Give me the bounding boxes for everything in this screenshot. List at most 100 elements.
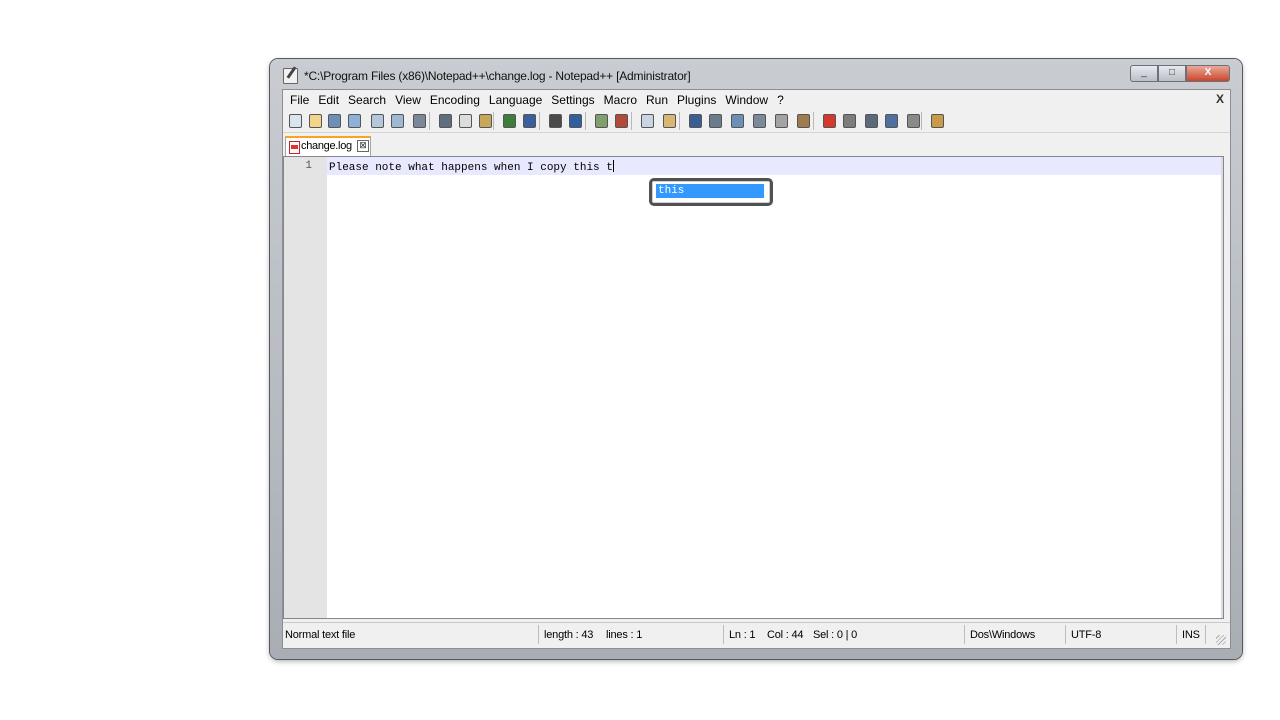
paste-icon[interactable] <box>477 113 493 128</box>
status-divider <box>1205 625 1206 644</box>
title-bar[interactable]: *C:\Program Files (x86)\Notepad++\change… <box>278 65 1234 87</box>
caption-buttons: _ □ X <box>1130 65 1230 82</box>
minimize-button[interactable]: _ <box>1130 65 1158 82</box>
show-all-chars-icon[interactable] <box>707 113 723 128</box>
indent-guide-icon[interactable] <box>729 113 745 128</box>
close-window-button[interactable]: X <box>1186 65 1230 82</box>
sync-vertical-icon-glyph <box>641 114 654 128</box>
menu-plugins[interactable]: Plugins <box>673 93 721 107</box>
document-map-icon-glyph <box>753 114 766 128</box>
replace-icon-glyph <box>569 114 582 128</box>
status-divider <box>538 625 539 644</box>
unsaved-file-icon <box>289 141 300 154</box>
new-file-icon-glyph <box>289 114 302 128</box>
toolbar-separator <box>679 112 680 130</box>
menu-window[interactable]: Window <box>721 93 773 107</box>
save-all-icon-glyph <box>348 114 361 128</box>
sync-vertical-icon[interactable] <box>639 113 655 128</box>
sync-horizontal-icon[interactable] <box>661 113 677 128</box>
tab-label: change.log <box>301 140 352 152</box>
zoom-out-icon-glyph <box>615 114 628 128</box>
zoom-out-icon[interactable] <box>613 113 629 128</box>
resize-grip[interactable] <box>1216 635 1226 645</box>
status-column: Col : 44 <box>767 629 804 641</box>
function-list-icon[interactable] <box>773 113 789 128</box>
run-macro-multiple-icon[interactable] <box>883 113 899 128</box>
new-file-icon[interactable] <box>287 113 303 128</box>
window-title: *C:\Program Files (x86)\Notepad++\change… <box>304 69 691 83</box>
function-list-icon-glyph <box>775 114 788 128</box>
document-map-icon[interactable] <box>751 113 767 128</box>
toolbar-separator <box>539 112 540 130</box>
toolbar-separator <box>813 112 814 130</box>
menu-file[interactable]: File <box>286 93 314 107</box>
undo-icon[interactable] <box>501 113 517 128</box>
menu-search[interactable]: Search <box>344 93 391 107</box>
redo-icon-glyph <box>523 114 536 128</box>
run-macro-multiple-icon-glyph <box>885 114 898 128</box>
menu-help[interactable]: ? <box>773 93 789 107</box>
toolbar-separator <box>493 112 494 130</box>
menu-language[interactable]: Language <box>485 93 547 107</box>
zoom-in-icon-glyph <box>595 114 608 128</box>
menu-edit[interactable]: Edit <box>314 93 344 107</box>
replace-icon[interactable] <box>567 113 583 128</box>
cut-icon[interactable] <box>437 113 453 128</box>
redo-icon[interactable] <box>521 113 537 128</box>
close-icon[interactable] <box>369 113 385 128</box>
record-macro-icon[interactable] <box>821 113 837 128</box>
close-document-button[interactable]: X <box>1216 92 1224 106</box>
text-editor[interactable]: 1 Please note what happens when I copy t… <box>283 156 1224 619</box>
launch-browser-icon[interactable] <box>929 113 945 128</box>
status-lines: lines : 1 <box>606 629 643 641</box>
maximize-button[interactable]: □ <box>1158 65 1186 82</box>
menu-settings[interactable]: Settings <box>547 93 599 107</box>
line-number-gutter: 1 <box>284 157 327 618</box>
open-file-icon-glyph <box>309 114 322 128</box>
launch-browser-icon-glyph <box>931 114 944 128</box>
zoom-in-icon[interactable] <box>593 113 609 128</box>
indent-guide-icon-glyph <box>731 114 744 128</box>
editor-line-1[interactable]: Please note what happens when I copy thi… <box>329 160 614 174</box>
menu-encoding[interactable]: Encoding <box>426 93 485 107</box>
status-divider <box>1176 625 1177 644</box>
save-macro-icon[interactable] <box>905 113 921 128</box>
print-icon[interactable] <box>411 113 427 128</box>
status-length: length : 43 <box>544 629 594 641</box>
status-divider <box>1065 625 1066 644</box>
sync-horizontal-icon-glyph <box>663 114 676 128</box>
tab-change-log[interactable]: change.log ⊠ <box>285 136 371 156</box>
menu-view[interactable]: View <box>391 93 426 107</box>
save-macro-icon-glyph <box>907 114 920 128</box>
find-icon[interactable] <box>547 113 563 128</box>
word-wrap-icon[interactable] <box>687 113 703 128</box>
folder-workspace-icon[interactable] <box>795 113 811 128</box>
close-all-icon[interactable] <box>389 113 405 128</box>
save-icon[interactable] <box>326 113 342 128</box>
copy-icon[interactable] <box>457 113 473 128</box>
status-encoding[interactable]: UTF-8 <box>1071 629 1101 641</box>
status-line: Ln : 1 <box>729 629 756 641</box>
save-icon-glyph <box>328 114 341 128</box>
status-divider <box>964 625 965 644</box>
autocomplete-option[interactable]: this <box>656 184 764 198</box>
vertical-scrollbar[interactable] <box>1221 157 1223 618</box>
word-wrap-icon-glyph <box>689 114 702 128</box>
save-all-icon[interactable] <box>346 113 362 128</box>
paste-icon-glyph <box>479 114 492 128</box>
toolbar-separator <box>921 112 922 130</box>
play-macro-icon[interactable] <box>863 113 879 128</box>
folder-workspace-icon-glyph <box>797 114 810 128</box>
status-insert-mode[interactable]: INS <box>1182 629 1200 641</box>
copy-icon-glyph <box>459 114 472 128</box>
menu-bar: File Edit Search View Encoding Language … <box>283 90 1230 110</box>
open-file-icon[interactable] <box>307 113 323 128</box>
tab-close-icon[interactable]: ⊠ <box>357 140 369 152</box>
line-text: Please note what happens when I copy thi… <box>329 162 613 174</box>
status-eol-format[interactable]: Dos\Windows <box>970 629 1035 641</box>
print-icon-glyph <box>413 114 426 128</box>
menu-run[interactable]: Run <box>642 93 673 107</box>
stop-macro-icon[interactable] <box>841 113 857 128</box>
client-area: File Edit Search View Encoding Language … <box>282 89 1231 649</box>
menu-macro[interactable]: Macro <box>600 93 642 107</box>
